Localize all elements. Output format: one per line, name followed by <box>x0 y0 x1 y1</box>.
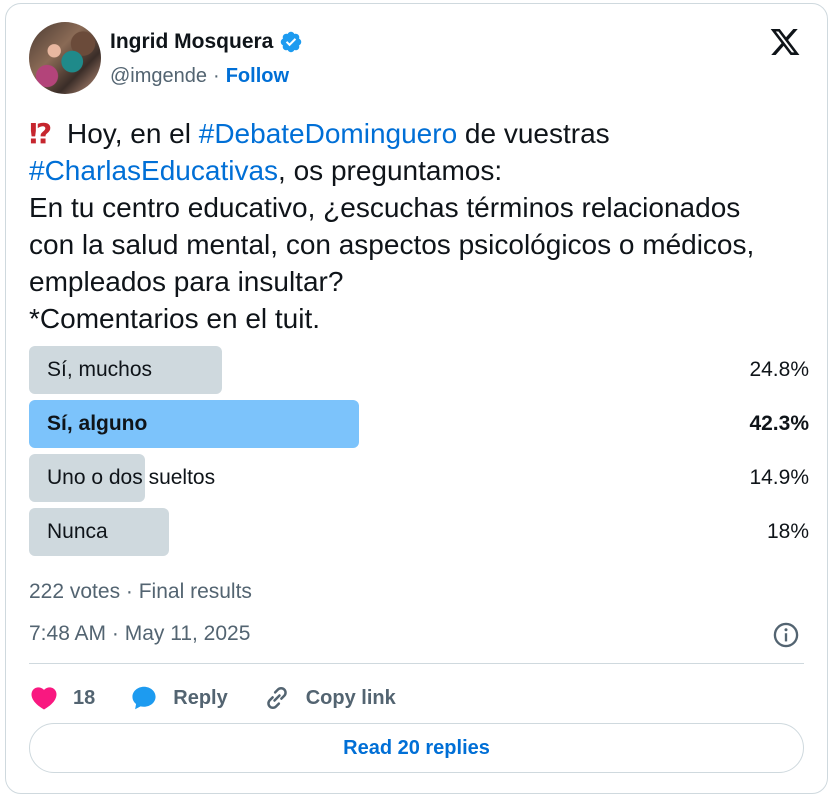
link-icon <box>266 686 287 710</box>
poll-option-percent: 42.3% <box>749 412 809 435</box>
copy-link-label: Copy link <box>305 686 396 709</box>
poll-option-percent: 18% <box>766 520 809 543</box>
copy-link-button[interactable]: Copy link <box>262 683 396 713</box>
tweet-text-segment: de vuestras <box>464 118 610 149</box>
hashtag-debate-dominguero[interactable]: #DebateDominguero <box>199 118 457 149</box>
poll-option: Nunca 18% <box>29 508 809 556</box>
reply-label: Reply <box>173 686 228 709</box>
verified-badge-icon <box>281 31 302 53</box>
action-bar: 18 Reply Copy link <box>29 680 430 716</box>
poll-option-label: Nunca <box>47 520 108 543</box>
tweet-card: Ingrid Mosquera @imgende · Follow ⁉ Hoy,… <box>5 3 828 794</box>
author-handle-row: @imgende · Follow <box>110 65 289 88</box>
poll-option: Sí, alguno 42.3% <box>29 400 809 448</box>
x-logo-icon[interactable] <box>769 26 801 58</box>
tweet-text-segment: Hoy, en el <box>59 118 199 149</box>
author-name[interactable]: Ingrid Mosquera <box>110 30 273 54</box>
poll-option-label: Sí, muchos <box>47 358 153 381</box>
tweet-timestamp[interactable]: 7:48 AM · May 11, 2025 <box>29 622 250 646</box>
poll-option-label: Uno o dos sueltos <box>47 466 216 489</box>
tweet-text: ⁉ Hoy, en el #DebateDominguero de vuestr… <box>29 115 819 337</box>
poll-option-percent: 14.9% <box>749 466 809 489</box>
speech-bubble-icon <box>132 686 156 710</box>
author-name-row: Ingrid Mosquera <box>110 30 303 54</box>
poll: Sí, muchos 24.8% Sí, alguno 42.3% Uno o dos … <box>29 346 809 562</box>
hashtag-charlas-educativas[interactable]: #CharlasEducativas <box>29 155 278 186</box>
poll-option: Uno o dos sueltos 14.9% <box>29 454 809 502</box>
divider <box>29 663 804 664</box>
author-handle[interactable]: @imgende <box>110 65 207 88</box>
info-icon[interactable] <box>772 621 800 649</box>
poll-option: Sí, muchos 24.8% <box>29 346 809 394</box>
like-count: 18 <box>73 686 96 709</box>
avatar[interactable] <box>29 22 101 94</box>
reply-button[interactable]: Reply <box>129 683 228 713</box>
poll-summary: 222 votes · Final results <box>29 580 252 603</box>
follow-button[interactable]: Follow <box>226 65 289 88</box>
read-replies-button[interactable]: Read 20 replies <box>29 723 804 773</box>
heart-icon <box>31 687 57 710</box>
interrobang-emoji-icon: ⁉ <box>29 118 52 149</box>
like-button[interactable]: 18 <box>29 683 95 713</box>
poll-option-label: Sí, alguno <box>47 412 148 435</box>
poll-option-percent: 24.8% <box>749 358 809 381</box>
handle-separator: · <box>213 65 220 87</box>
